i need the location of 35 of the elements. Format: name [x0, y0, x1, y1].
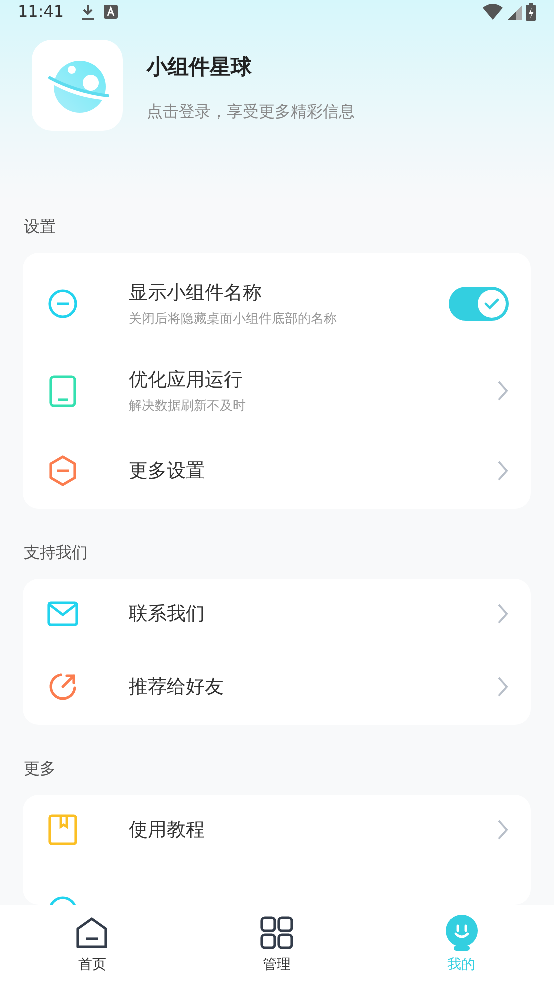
- chevron-right-icon[interactable]: [497, 603, 509, 625]
- grid-icon: [259, 915, 295, 951]
- chevron-right-icon[interactable]: [497, 819, 509, 841]
- download-icon: [80, 3, 96, 21]
- setting-label[interactable]: 推荐给好友: [129, 672, 497, 702]
- setting-label[interactable]: 联系我们: [129, 600, 497, 628]
- bookmark-icon: [47, 814, 79, 846]
- chevron-right-icon[interactable]: [497, 380, 509, 402]
- toggle-switch[interactable]: [449, 287, 509, 321]
- tab[interactable]: 首页: [0, 905, 185, 984]
- smiley-icon: [444, 915, 480, 951]
- signal-icon: [508, 4, 522, 20]
- setting-label[interactable]: 优化应用运行: [129, 366, 497, 394]
- chevron-right-icon[interactable]: [497, 460, 509, 482]
- tab[interactable]: 管理: [184, 905, 370, 984]
- minus-circle-icon: [47, 288, 79, 320]
- hexagon-icon: [47, 455, 79, 487]
- section-title: 支持我们: [23, 542, 89, 564]
- keyboard-icon: [104, 5, 118, 19]
- chevron-right-icon[interactable]: [497, 676, 509, 698]
- setting-label[interactable]: 使用教程: [129, 816, 497, 844]
- section-title: 设置: [23, 216, 57, 238]
- home-icon: [74, 915, 110, 951]
- app-logo[interactable]: [32, 40, 123, 131]
- wifi-icon: [482, 3, 504, 21]
- setting-description: 关闭后将隐藏桌面小组件底部的名称: [129, 311, 338, 329]
- setting-label[interactable]: 更多设置: [129, 456, 497, 486]
- tablet-icon: [47, 375, 79, 407]
- setting-description: 解决数据刷新不及时: [129, 398, 247, 416]
- app-title: 小组件星球: [147, 54, 253, 81]
- clock: 11:41: [18, 1, 64, 23]
- share-arrow-icon: [47, 671, 79, 703]
- setting-label[interactable]: 显示小组件名称: [129, 278, 449, 307]
- battery-icon: [526, 3, 536, 21]
- section-title: 更多: [23, 758, 57, 780]
